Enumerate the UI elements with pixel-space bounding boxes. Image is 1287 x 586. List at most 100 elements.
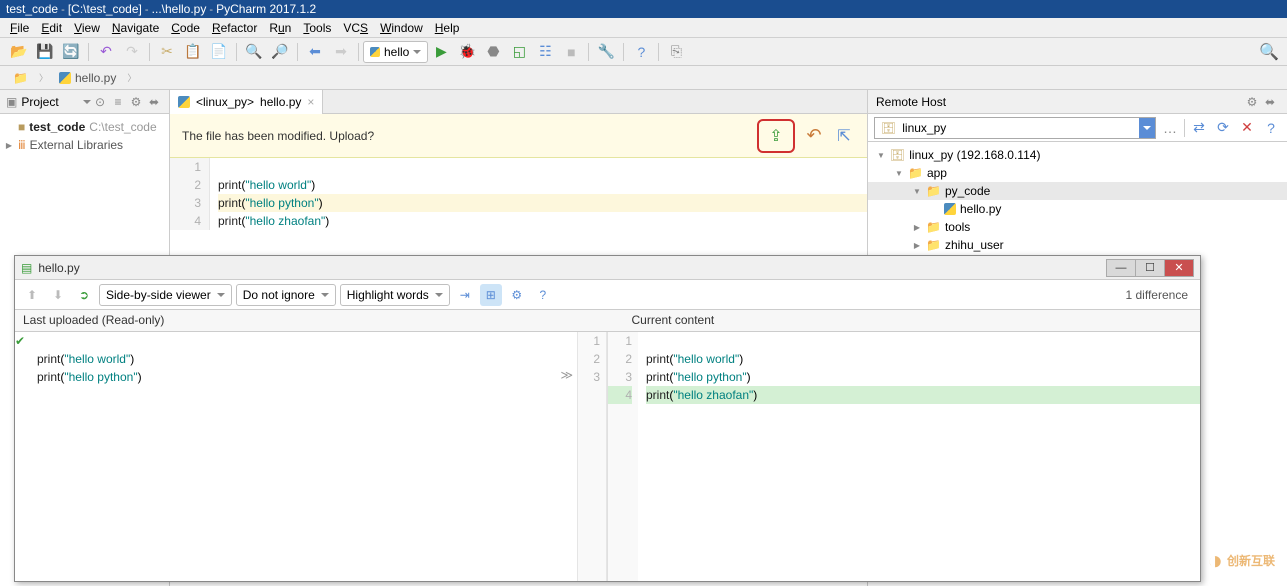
open-icon[interactable]: 📂 <box>7 40 31 64</box>
forward-icon[interactable]: ➡ <box>329 40 353 64</box>
chevron-down-icon[interactable] <box>83 100 91 104</box>
delete-icon[interactable]: ✕ <box>1237 119 1257 136</box>
ssh-icon[interactable]: ⎘ <box>664 40 688 64</box>
title-project: test_code <box>6 2 58 16</box>
project-root-item[interactable]: ■ test_code C:\test_code <box>0 118 169 136</box>
menu-edit[interactable]: Edit <box>35 19 68 37</box>
breadcrumb-file[interactable]: hello.py <box>52 68 123 88</box>
breadcrumb-root[interactable]: 📁 <box>6 68 35 88</box>
scroll-from-source-icon[interactable]: ⊙ <box>91 95 109 109</box>
back-icon[interactable]: ⬅ <box>303 40 327 64</box>
settings-icon[interactable]: ⚙ <box>506 284 528 306</box>
paste-icon[interactable]: 📄 <box>207 40 231 64</box>
next-diff-icon[interactable]: ⬇ <box>47 284 69 306</box>
hide-icon[interactable]: ⬌ <box>1261 95 1279 109</box>
concurrency-icon[interactable]: ☷ <box>533 40 557 64</box>
gear-icon[interactable]: ⚙ <box>127 95 145 109</box>
maximize-button[interactable]: ☐ <box>1135 259 1165 277</box>
prev-diff-icon[interactable]: ⬆ <box>21 284 43 306</box>
ignore-selector[interactable]: Do not ignore <box>236 284 336 306</box>
run-config-selector[interactable]: hello <box>363 41 428 63</box>
code-line[interactable]: print("hello world") <box>218 176 867 194</box>
expand-icon[interactable]: ▶ <box>4 141 14 150</box>
sync-icon[interactable]: 🔄 <box>59 40 83 64</box>
sync-scroll-icon[interactable]: ⊞ <box>480 284 502 306</box>
menu-file[interactable]: FFileile <box>4 19 35 37</box>
debug-icon[interactable]: 🐞 <box>455 40 479 64</box>
gear-icon[interactable]: ⚙ <box>1243 95 1261 109</box>
refresh-icon[interactable]: ⟳ <box>1213 119 1233 136</box>
diff-left-pane[interactable]: ✔ print("hello world") print("hello pyth… <box>15 332 608 581</box>
diff-icon[interactable]: ⇄ <box>1189 119 1209 136</box>
redo-icon[interactable]: ↷ <box>120 40 144 64</box>
dropdown-icon[interactable] <box>1139 118 1155 138</box>
diff-dialog-titlebar[interactable]: ▤ hello.py — ☐ ✕ <box>15 256 1200 280</box>
find-icon[interactable]: 🔍 <box>242 40 266 64</box>
hide-icon[interactable]: ⬌ <box>145 95 163 109</box>
run-icon[interactable]: ▶ <box>429 40 453 64</box>
diff-right-code[interactable]: print("hello world") print("hello python… <box>638 332 1200 581</box>
remote-server-selector[interactable]: 🗄 linux_py <box>874 117 1156 139</box>
diff-body: ✔ print("hello world") print("hello pyth… <box>15 332 1200 581</box>
cut-icon[interactable]: ✂ <box>155 40 179 64</box>
stop-icon[interactable]: ■ <box>559 40 583 64</box>
menu-refactor[interactable]: Refactor <box>206 19 263 37</box>
close-tab-icon[interactable]: × <box>307 95 314 109</box>
python-icon <box>944 203 956 215</box>
menu-code[interactable]: Code <box>165 19 206 37</box>
coverage-icon[interactable]: ⬣ <box>481 40 505 64</box>
menu-help[interactable]: Help <box>429 19 466 37</box>
merge-icon[interactable]: ⇱ <box>833 125 855 147</box>
more-icon[interactable]: … <box>1160 120 1180 136</box>
minimize-button[interactable]: — <box>1106 259 1136 277</box>
jump-to-source-icon[interactable]: ➲ <box>73 284 95 306</box>
help-icon[interactable]: ? <box>629 40 653 64</box>
diff-left-code[interactable]: print("hello world") print("hello python… <box>29 332 556 581</box>
highlight-selector[interactable]: Highlight words <box>340 284 450 306</box>
editor-tab[interactable]: <linux_py> hello.py × <box>170 90 323 114</box>
code-line[interactable] <box>218 158 867 176</box>
settings-icon[interactable]: 🔧 <box>594 40 618 64</box>
profile-icon[interactable]: ◱ <box>507 40 531 64</box>
remote-folder-pycode[interactable]: ▼📁py_code <box>868 182 1287 200</box>
menu-window[interactable]: Window <box>374 19 429 37</box>
code-line[interactable]: print("hello zhaofan") <box>218 212 867 230</box>
project-root-path: C:\test_code <box>89 120 156 134</box>
separator <box>588 43 589 61</box>
menubar: FFileile Edit View Navigate Code Refacto… <box>0 18 1287 38</box>
copy-icon[interactable]: 📋 <box>181 40 205 64</box>
viewer-mode-selector[interactable]: Side-by-side viewer <box>99 284 232 306</box>
revert-icon[interactable]: ↶ <box>803 125 825 147</box>
remote-root-item[interactable]: ▼🗄linux_py (192.168.0.114) <box>868 146 1287 164</box>
save-icon[interactable]: 💾 <box>33 40 57 64</box>
remote-folder-tools[interactable]: ▶📁tools <box>868 218 1287 236</box>
watermark-icon: ◑ <box>1207 545 1223 576</box>
replace-icon[interactable]: 🔎 <box>268 40 292 64</box>
menu-tools[interactable]: Tools <box>297 19 337 37</box>
diff-right-gutter: 1234 <box>608 332 638 581</box>
collapse-all-icon[interactable]: ≡ <box>109 95 127 109</box>
menu-run[interactable]: Run <box>263 19 297 37</box>
external-libraries-item[interactable]: ▶ ⅲ External Libraries <box>0 136 169 154</box>
collapse-unchanged-icon[interactable]: ⇥ <box>454 284 476 306</box>
remote-folder-app[interactable]: ▼📁app <box>868 164 1287 182</box>
search-everywhere-icon[interactable]: 🔍 <box>1259 42 1279 62</box>
undo-icon[interactable]: ↶ <box>94 40 118 64</box>
code-lines[interactable]: print("hello world") print("hello python… <box>210 158 867 230</box>
close-button[interactable]: ✕ <box>1164 259 1194 277</box>
help-icon[interactable]: ? <box>1261 120 1281 136</box>
code-line[interactable]: print("hello python") <box>218 194 867 212</box>
menu-navigate[interactable]: Navigate <box>106 19 165 37</box>
upload-notification: The file has been modified. Upload? ⇪ ↶ … <box>170 114 867 158</box>
remote-folder-zhihu[interactable]: ▶📁zhihu_user <box>868 236 1287 254</box>
help-icon[interactable]: ? <box>532 284 554 306</box>
remote-file-hello[interactable]: hello.py <box>868 200 1287 218</box>
menu-view[interactable]: View <box>68 19 106 37</box>
menu-vcs[interactable]: VCS <box>337 19 374 37</box>
upload-button-highlighted[interactable]: ⇪ <box>757 119 795 153</box>
diff-right-pane[interactable]: 1234 print("hello world") print("hello p… <box>608 332 1200 581</box>
accept-change-icon[interactable]: ≫ <box>556 368 577 382</box>
watermark-text: 创新互联 <box>1227 552 1275 569</box>
code-editor[interactable]: 1234 print("hello world") print("hello p… <box>170 158 867 230</box>
project-window-icon: ▣ <box>6 95 17 109</box>
